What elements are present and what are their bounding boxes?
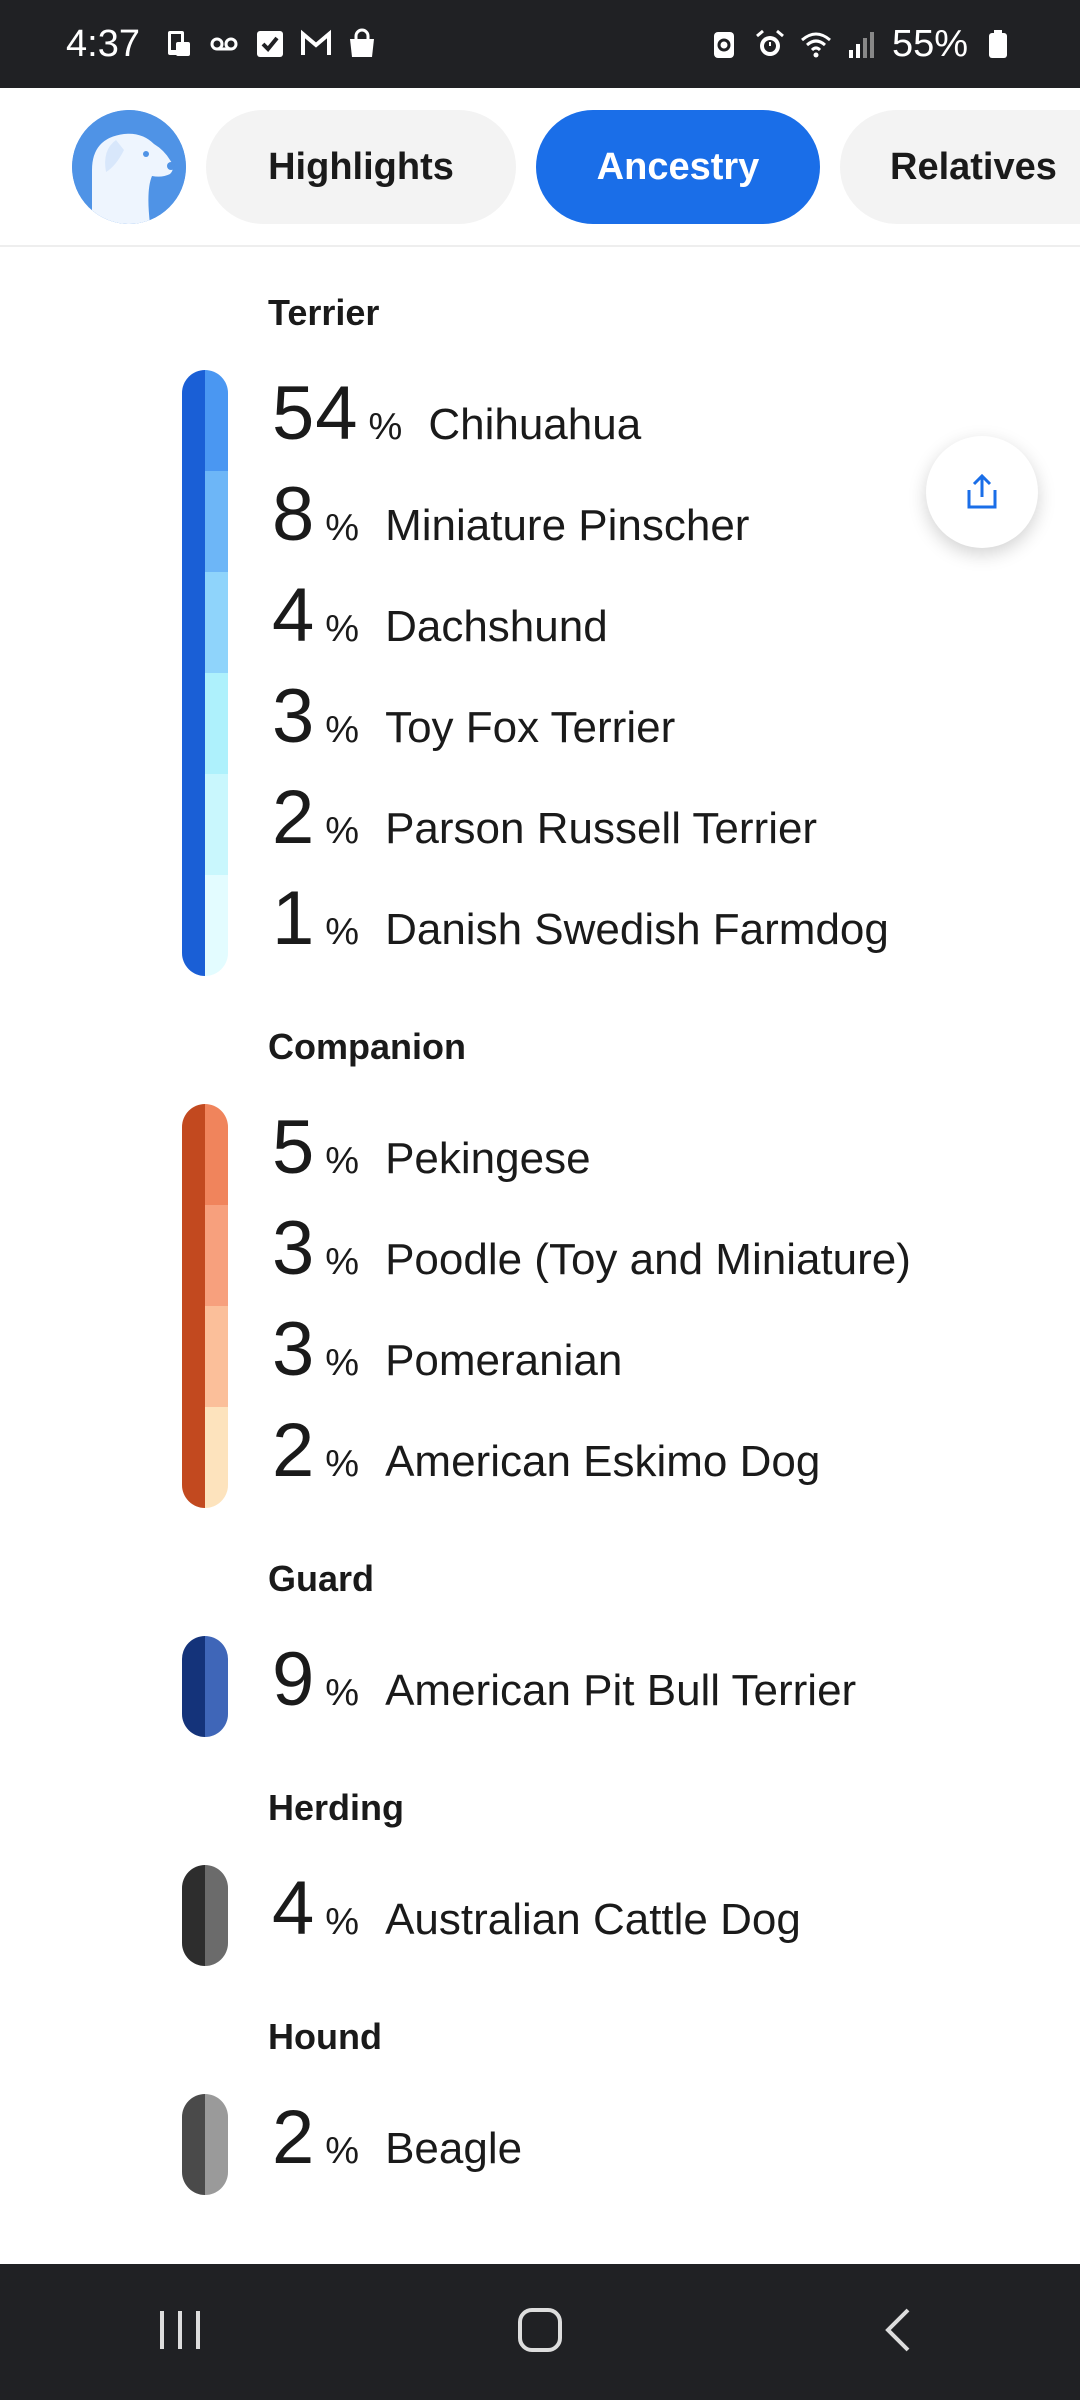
breed-name: Pomeranian: [385, 1336, 623, 1385]
percent-sign: %: [325, 507, 360, 549]
breed-row[interactable]: 4% Dachshund: [272, 572, 608, 672]
breed-row[interactable]: 2% Parson Russell Terrier: [272, 774, 817, 874]
ancestry-breakdown: Terrier 54% Chihuahua 8% Miniature Pinscher 4…: [0, 247, 1080, 2264]
breed-name: Poodle (Toy and Miniature): [385, 1235, 911, 1284]
voicemail-icon: [208, 28, 240, 60]
breed-row[interactable]: 3% Pomeranian: [272, 1306, 622, 1406]
breed-row[interactable]: 9% American Pit Bull Terrier: [272, 1636, 856, 1736]
phone-icon: [162, 28, 194, 60]
percent-sign: %: [325, 911, 360, 953]
share-icon: [962, 472, 1002, 512]
percent-sign: %: [325, 1672, 360, 1714]
alarm-icon: [754, 28, 786, 60]
tab-ancestry[interactable]: Ancestry: [536, 110, 820, 224]
breed-percent: 2: [272, 2095, 316, 2180]
breed-percent: 2: [272, 1408, 316, 1493]
breed-row[interactable]: 54% Chihuahua: [272, 370, 641, 470]
battery-icon: [982, 28, 1014, 60]
breed-percent: 9: [272, 1637, 316, 1722]
breed-percent: 1: [272, 876, 316, 961]
recent-apps-button[interactable]: [120, 2282, 240, 2382]
percent-sign: %: [325, 1901, 360, 1943]
share-button[interactable]: [926, 436, 1038, 548]
breed-name: Parson Russell Terrier: [385, 804, 818, 853]
group-title: Guard: [268, 1558, 375, 1599]
tab-highlights[interactable]: Highlights: [206, 110, 516, 224]
breed-name: Dachshund: [385, 602, 608, 651]
status-left: 4:37: [66, 23, 378, 66]
breed-row[interactable]: 2% Beagle: [272, 2094, 522, 2194]
home-button[interactable]: [480, 2282, 600, 2382]
group-color-bar: [182, 2094, 228, 2195]
percent-sign: %: [325, 608, 360, 650]
breed-name: Australian Cattle Dog: [385, 1895, 801, 1944]
dog-avatar-icon[interactable]: [72, 110, 186, 224]
breed-name: American Eskimo Dog: [385, 1437, 821, 1486]
breed-row[interactable]: 1% Danish Swedish Farmdog: [272, 875, 889, 975]
breed-row[interactable]: 2% American Eskimo Dog: [272, 1407, 820, 1507]
status-time: 4:37: [66, 22, 140, 65]
recent-apps-icon: [150, 2305, 210, 2360]
percent-sign: %: [325, 1241, 360, 1283]
breed-name: Pekingese: [385, 1134, 591, 1183]
breed-name: Chihuahua: [428, 400, 642, 449]
percent-sign: %: [325, 709, 360, 751]
percent-sign: %: [325, 1443, 360, 1485]
breed-row[interactable]: 5% Pekingese: [272, 1104, 591, 1204]
breed-percent: 54: [272, 371, 359, 456]
wifi-icon: [800, 28, 832, 60]
home-icon: [510, 2300, 570, 2365]
breed-row[interactable]: 3% Poodle (Toy and Miniature): [272, 1205, 911, 1305]
breed-percent: 4: [272, 1866, 316, 1951]
group-color-bar: [182, 1636, 228, 1737]
back-button[interactable]: [840, 2282, 960, 2382]
group-title: Herding: [268, 1787, 405, 1828]
battery-saver-icon: [708, 28, 740, 60]
group-color-bar: [182, 1865, 228, 1966]
breed-name: Danish Swedish Farmdog: [385, 905, 889, 954]
status-bar: 4:37 55%: [0, 0, 1080, 88]
back-icon: [870, 2300, 930, 2365]
system-nav-bar: [0, 2264, 1080, 2400]
breed-name: Miniature Pinscher: [385, 501, 750, 550]
signal-icon: [846, 28, 878, 60]
status-right: 55%: [708, 23, 1014, 66]
gmail-icon: [300, 28, 332, 60]
percent-sign: %: [325, 1342, 360, 1384]
breed-percent: 3: [272, 1307, 316, 1392]
breed-row[interactable]: 3% Toy Fox Terrier: [272, 673, 675, 773]
percent-sign: %: [325, 810, 360, 852]
breed-name: American Pit Bull Terrier: [385, 1666, 857, 1715]
group-color-bar: [182, 370, 228, 976]
shopping-bag-icon: [346, 28, 378, 60]
breed-name: Toy Fox Terrier: [385, 703, 676, 752]
tab-relatives[interactable]: Relatives: [840, 110, 1080, 224]
breed-percent: 2: [272, 775, 316, 860]
breed-percent: 8: [272, 472, 316, 557]
breed-row[interactable]: 8% Miniature Pinscher: [272, 471, 749, 571]
group-title: Hound: [268, 2016, 382, 2057]
breed-percent: 5: [272, 1105, 316, 1190]
group-title: Terrier: [268, 292, 380, 333]
percent-sign: %: [368, 406, 403, 448]
group-color-bar: [182, 1104, 228, 1508]
breed-row[interactable]: 4% Australian Cattle Dog: [272, 1865, 801, 1965]
percent-sign: %: [325, 1140, 360, 1182]
breed-name: Beagle: [385, 2124, 523, 2173]
battery-percent: 55%: [891, 22, 968, 65]
tab-header: Highlights Ancestry Relatives: [0, 88, 1080, 247]
percent-sign: %: [325, 2130, 360, 2172]
group-title: Companion: [268, 1026, 466, 1067]
breed-percent: 3: [272, 674, 316, 759]
breed-percent: 3: [272, 1206, 316, 1291]
checkbox-icon: [254, 28, 286, 60]
breed-percent: 4: [272, 573, 316, 658]
